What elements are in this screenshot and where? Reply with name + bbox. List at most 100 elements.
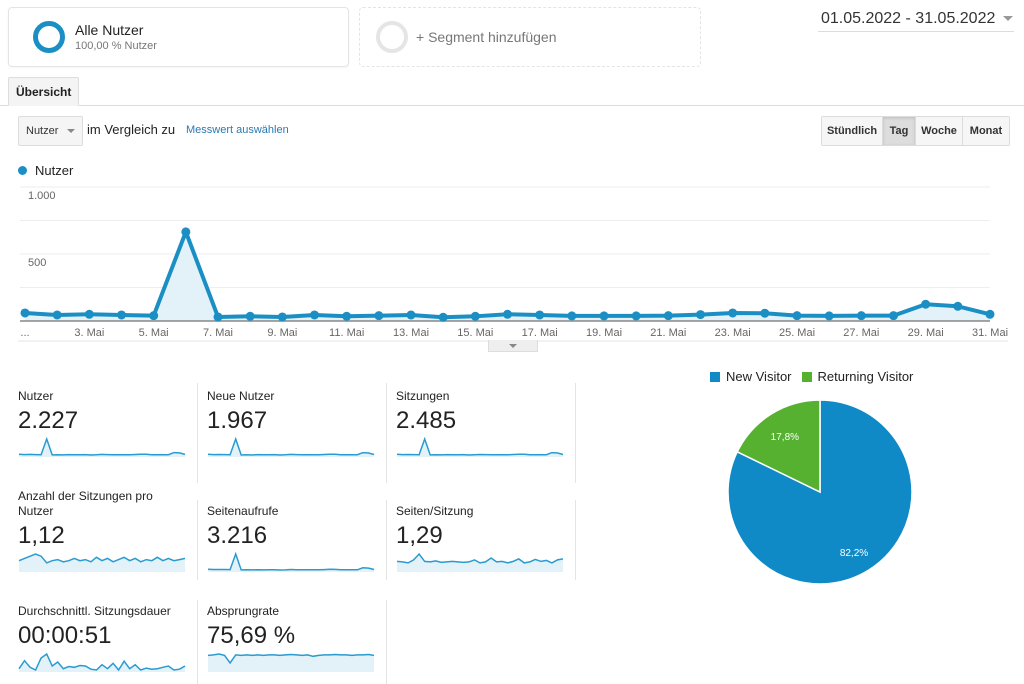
- metric-divider: [197, 383, 198, 483]
- segment-subtitle: 100,00 % Nutzer: [75, 40, 157, 52]
- legend-swatch-icon: [801, 371, 812, 382]
- chevron-down-icon: [509, 343, 517, 348]
- data-point[interactable]: [599, 311, 609, 321]
- data-point[interactable]: [953, 301, 963, 311]
- data-point[interactable]: [374, 311, 384, 321]
- x-tick-label: 21. Mai: [650, 327, 686, 339]
- metric-sparkline: [396, 437, 564, 457]
- data-point[interactable]: [20, 308, 30, 318]
- metric-divider: [575, 500, 576, 580]
- period-month-button[interactable]: Monat: [963, 117, 1009, 145]
- data-point[interactable]: [631, 311, 641, 321]
- period-hourly-button[interactable]: Stündlich: [822, 117, 883, 145]
- x-tick-label: 9. Mai: [267, 327, 297, 339]
- x-tick-label: 3. Mai: [74, 327, 104, 339]
- metric-sparkline: [207, 437, 375, 457]
- metric-card[interactable]: Durchschnittl. Sitzungsdauer 00:00:51: [18, 604, 208, 672]
- metric-card[interactable]: Absprungrate 75,69 %: [207, 604, 397, 672]
- metric-divider: [197, 600, 198, 684]
- legend-label: Returning Visitor: [817, 369, 914, 384]
- data-point[interactable]: [277, 312, 287, 322]
- data-point[interactable]: [470, 311, 480, 321]
- x-tick-label: 11. Mai: [329, 327, 364, 339]
- x-tick-label: 29. Mai: [908, 327, 944, 339]
- metric-sparkline: [18, 652, 186, 672]
- segment-title: Alle Nutzer: [75, 22, 144, 38]
- pie-legend: New Visitor Returning Visitor: [710, 369, 923, 384]
- data-point[interactable]: [438, 312, 448, 322]
- legend-item-returning-visitor[interactable]: Returning Visitor: [801, 369, 914, 384]
- chart-collapse-handle[interactable]: [488, 340, 538, 352]
- y-tick-label: 500: [28, 257, 46, 269]
- x-tick-label: 17. Mai: [522, 327, 558, 339]
- date-range-picker[interactable]: 01.05.2022 - 31.05.2022: [818, 6, 1014, 32]
- data-point[interactable]: [310, 310, 319, 320]
- data-point[interactable]: [696, 310, 705, 320]
- metric-value: 3.216: [207, 522, 268, 549]
- chevron-down-icon: [67, 129, 76, 133]
- data-point[interactable]: [52, 310, 62, 320]
- data-point[interactable]: [117, 310, 126, 320]
- sparkline-area: [208, 654, 374, 672]
- segment-all-users[interactable]: Alle Nutzer 100,00 % Nutzer: [8, 7, 349, 67]
- data-point[interactable]: [149, 311, 159, 321]
- metric-value: 00:00:51: [18, 622, 112, 649]
- period-day-button[interactable]: Tag: [883, 117, 916, 145]
- chevron-down-icon: [1003, 16, 1014, 21]
- add-segment-button[interactable]: + Segment hinzufügen: [359, 7, 701, 67]
- x-tick-label: 27. Mai: [843, 327, 879, 339]
- data-point[interactable]: [213, 312, 223, 322]
- metric-label: Absprungrate: [207, 604, 280, 618]
- metric-label: Nutzer: [18, 389, 54, 403]
- data-point[interactable]: [889, 311, 898, 321]
- data-point[interactable]: [84, 309, 94, 319]
- metric-sparkline: [207, 653, 375, 672]
- data-point[interactable]: [856, 311, 866, 321]
- legend-item-new-visitor[interactable]: New Visitor: [710, 369, 792, 384]
- data-point[interactable]: [245, 311, 255, 321]
- legend-label: New Visitor: [726, 369, 792, 384]
- data-point[interactable]: [535, 310, 545, 320]
- segment-ring-icon: [33, 21, 65, 53]
- pie-slice-label: 82,2%: [840, 548, 868, 559]
- select-metric-link[interactable]: Messwert auswählen: [186, 124, 289, 136]
- legend-dot-icon: [18, 166, 27, 175]
- data-point[interactable]: [406, 310, 416, 320]
- metric-label: Seitenaufrufe: [207, 504, 279, 518]
- data-point[interactable]: [728, 308, 738, 318]
- line-chart-legend: Nutzer: [18, 163, 73, 178]
- metric-card[interactable]: Neue Nutzer 1.967: [207, 389, 397, 457]
- metric-card[interactable]: Anzahl der Sitzungen pro Nutzer 1,12: [18, 489, 208, 572]
- metric-select-value: Nutzer: [26, 125, 59, 137]
- metric-sparkline: [207, 552, 375, 572]
- data-point[interactable]: [342, 311, 352, 321]
- data-point[interactable]: [503, 309, 512, 319]
- data-point[interactable]: [921, 299, 931, 309]
- metric-sparkline: [396, 552, 564, 572]
- metric-divider: [386, 600, 387, 684]
- data-point[interactable]: [567, 311, 577, 321]
- legend-label: Nutzer: [35, 163, 74, 178]
- metric-select[interactable]: Nutzer: [18, 116, 83, 146]
- data-point[interactable]: [824, 311, 834, 321]
- metric-card[interactable]: Sitzungen 2.485: [396, 389, 586, 457]
- data-point[interactable]: [985, 309, 995, 319]
- data-point[interactable]: [181, 227, 191, 237]
- pie-slice-label: 17,8%: [771, 432, 799, 443]
- add-segment-label: + Segment hinzufügen: [416, 29, 557, 45]
- data-point[interactable]: [663, 311, 673, 321]
- visitor-type-pie-chart: 82,2% 17,8%: [727, 399, 913, 585]
- period-week-button[interactable]: Woche: [916, 117, 963, 145]
- legend-swatch-icon: [710, 371, 720, 382]
- data-point[interactable]: [792, 311, 802, 321]
- metric-card[interactable]: Seitenaufrufe 3.216: [207, 504, 397, 572]
- metric-divider: [386, 383, 387, 483]
- y-tick-label: 1.000: [28, 190, 56, 202]
- x-tick-label: 7. Mai: [203, 327, 233, 339]
- tab-overview[interactable]: Übersicht: [8, 77, 80, 106]
- x-tick-label: 15. Mai: [457, 327, 493, 339]
- metric-card[interactable]: Seiten/Sitzung 1,29: [396, 504, 586, 572]
- users-line-chart: 500 1.000... 3. Mai 5. Mai 7. Mai 9. Mai 11. M…: [18, 186, 1008, 342]
- data-point[interactable]: [760, 308, 770, 318]
- metric-card[interactable]: Nutzer 2.227: [18, 389, 208, 457]
